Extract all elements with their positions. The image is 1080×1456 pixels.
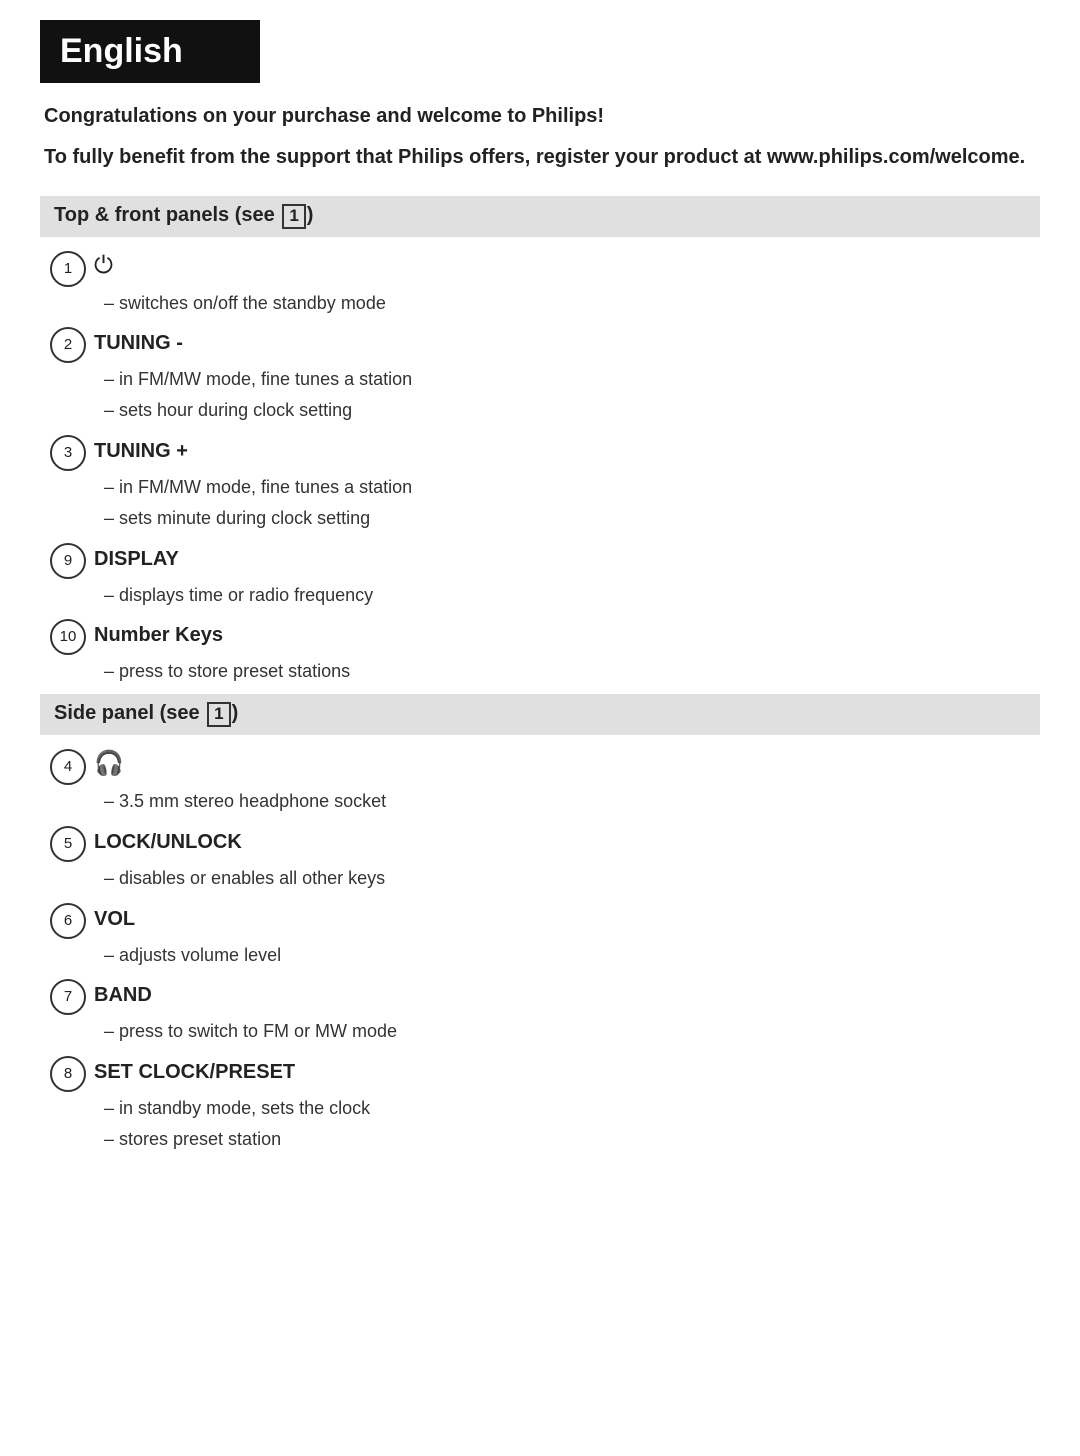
item-label-3: TUNING + (94, 440, 188, 463)
item-group-8: 8 SET CLOCK/PRESET – in standby mode, sets… (40, 1056, 1040, 1154)
item-number-2: 2 (50, 327, 86, 363)
item-title-row-5: 5 LOCK/UNLOCK (50, 826, 1040, 862)
item-group-5: 5 LOCK/UNLOCK – disables or enables all ot… (40, 826, 1040, 893)
item-desc-2-1: – sets hour during clock setting (50, 396, 1040, 425)
item-label-10: Number Keys (94, 624, 223, 647)
item-label-5: LOCK/UNLOCK (94, 831, 242, 854)
section-header-side-panel: Side panel (see 1) (40, 694, 1040, 735)
item-group-1: 1⏻– switches on/off the standby mode (40, 251, 1040, 318)
sections-container: Top & front panels (see 1)1⏻– switches o… (40, 196, 1040, 1154)
item-icon-4: 🎧 (94, 749, 124, 778)
item-label-7: BAND (94, 984, 152, 1007)
item-number-7: 7 (50, 979, 86, 1015)
item-group-9: 9 DISPLAY – displays time or radio frequen… (40, 543, 1040, 610)
item-number-9: 9 (50, 543, 86, 579)
item-number-3: 3 (50, 435, 86, 471)
page-container: English Congratulations on your purchase… (0, 0, 1080, 1456)
item-group-10: 10 Number Keys – press to store preset sta… (40, 619, 1040, 686)
item-number-10: 10 (50, 619, 86, 655)
item-group-6: 6 VOL – adjusts volume level (40, 903, 1040, 970)
item-desc-7-0: – press to switch to FM or MW mode (50, 1017, 1040, 1046)
register-text: To fully benefit from the support that P… (40, 142, 1040, 172)
item-desc-4-0: – 3.5 mm stereo headphone socket (50, 787, 1040, 816)
item-title-row-3: 3 TUNING + (50, 435, 1040, 471)
section-header-top-front: Top & front panels (see 1) (40, 196, 1040, 237)
item-number-8: 8 (50, 1056, 86, 1092)
item-group-4: 4🎧– 3.5 mm stereo headphone socket (40, 749, 1040, 816)
item-title-row-10: 10 Number Keys (50, 619, 1040, 655)
item-desc-5-0: – disables or enables all other keys (50, 864, 1040, 893)
item-group-3: 3 TUNING + – in FM/MW mode, fine tunes a s… (40, 435, 1040, 533)
item-label-8: SET CLOCK/PRESET (94, 1061, 295, 1084)
item-number-6: 6 (50, 903, 86, 939)
item-desc-10-0: – press to store preset stations (50, 657, 1040, 686)
item-title-row-8: 8 SET CLOCK/PRESET (50, 1056, 1040, 1092)
item-title-row-4: 4🎧 (50, 749, 1040, 785)
item-desc-6-0: – adjusts volume level (50, 941, 1040, 970)
item-group-2: 2 TUNING - – in FM/MW mode, fine tunes a s… (40, 327, 1040, 425)
item-desc-8-0: – in standby mode, sets the clock (50, 1094, 1040, 1123)
item-number-1: 1 (50, 251, 86, 287)
item-label-6: VOL (94, 908, 135, 931)
item-label-2: TUNING - (94, 332, 183, 355)
item-title-row-6: 6 VOL (50, 903, 1040, 939)
item-number-5: 5 (50, 826, 86, 862)
item-title-row-1: 1⏻ (50, 251, 1040, 287)
item-desc-1-0: – switches on/off the standby mode (50, 289, 1040, 318)
item-group-7: 7 BAND – press to switch to FM or MW mode (40, 979, 1040, 1046)
item-label-9: DISPLAY (94, 548, 179, 571)
item-desc-8-1: – stores preset station (50, 1125, 1040, 1154)
item-title-row-2: 2 TUNING - (50, 327, 1040, 363)
language-title: English (60, 32, 183, 70)
item-title-row-7: 7 BAND (50, 979, 1040, 1015)
item-desc-3-1: – sets minute during clock setting (50, 504, 1040, 533)
item-icon-1: ⏻ (94, 252, 113, 280)
item-desc-2-0: – in FM/MW mode, fine tunes a station (50, 365, 1040, 394)
congratulations-text: Congratulations on your purchase and wel… (40, 105, 1040, 128)
language-header: English (40, 20, 260, 83)
item-desc-9-0: – displays time or radio frequency (50, 581, 1040, 610)
item-number-4: 4 (50, 749, 86, 785)
item-title-row-9: 9 DISPLAY (50, 543, 1040, 579)
item-desc-3-0: – in FM/MW mode, fine tunes a station (50, 473, 1040, 502)
